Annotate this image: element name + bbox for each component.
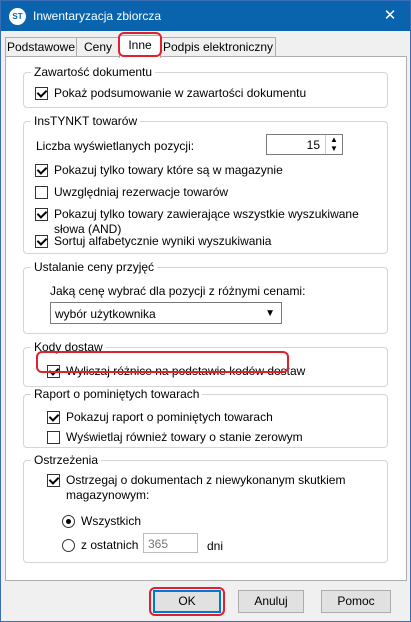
checkbox-box[interactable]	[35, 208, 48, 221]
checkbox-label: Uwzględniaj rezerwacje towarów	[54, 185, 229, 199]
only-in-stock-checkbox[interactable]: Pokazuj tylko towary które są w magazyni…	[35, 163, 283, 178]
group-zawartosc: Zawartość dokumentu Pokaż podsumowanie w…	[23, 65, 388, 108]
group-title: Ostrzeżenia	[31, 453, 102, 467]
checkbox-box[interactable]	[47, 474, 60, 487]
dialog-window: ST Inwentaryzacja zbiorcza ✕ Podstawowe …	[0, 0, 411, 622]
warn-checkbox[interactable]: Ostrzegaj o dokumentach z niewykonanym s…	[47, 473, 345, 503]
ok-highlight-marker	[149, 587, 225, 616]
close-icon[interactable]: ✕	[370, 1, 410, 31]
tab-panel-inne: Zawartość dokumentu Pokaż podsumowanie w…	[5, 56, 407, 581]
checkbox-highlight-marker	[36, 351, 289, 373]
group-ostrzezenia: Ostrzeżenia Ostrzegaj o dokumentach z ni…	[23, 453, 388, 563]
title-bar[interactable]: ST Inwentaryzacja zbiorcza ✕	[1, 1, 410, 31]
radio-all[interactable]: Wszystkich	[62, 514, 141, 529]
radio-last[interactable]: z ostatnich	[62, 538, 138, 553]
checkbox-box[interactable]	[47, 431, 60, 444]
checkbox-box[interactable]	[35, 87, 48, 100]
group-title: Zawartość dokumentu	[31, 65, 156, 79]
checkbox-label: Pokazuj tylko towary zawierające wszystk…	[54, 207, 359, 237]
count-value: 15	[306, 138, 320, 152]
group-instynkt: InsTYNKT towarów Liczba wyświetlanych po…	[23, 114, 388, 254]
group-title: Raport o pominiętych towarach	[31, 387, 203, 401]
reservations-checkbox[interactable]: Uwzględniaj rezerwacje towarów	[35, 185, 228, 200]
checkbox-label: Pokaż podsumowanie w zawartości dokument…	[54, 86, 307, 100]
tab-podpis-elektroniczny[interactable]: Podpis elektroniczny	[160, 37, 276, 57]
show-summary-checkbox[interactable]: Pokaż podsumowanie w zawartości dokument…	[35, 86, 306, 101]
days-unit-label: dni	[207, 539, 224, 553]
label-line-1: Pokazuj tylko towary zawierające wszystk…	[54, 207, 359, 221]
sort-alpha-checkbox[interactable]: Sortuj alfabetycznie wyniki wyszukiwania	[35, 234, 271, 249]
count-stepper[interactable]: 15 ▲ ▼	[266, 134, 343, 155]
tab-podstawowe[interactable]: Podstawowe	[5, 37, 77, 57]
app-logo-icon: ST	[9, 8, 26, 25]
tab-strip: Podstawowe Ceny Inne Podpis elektroniczn…	[5, 35, 407, 58]
radio-label: z ostatnich	[81, 538, 139, 552]
checkbox-box[interactable]	[47, 411, 60, 424]
all-words-checkbox[interactable]: Pokazuj tylko towary zawierające wszystk…	[35, 207, 359, 237]
select-value: wybór użytkownika	[55, 307, 156, 321]
days-input[interactable]: 365	[143, 533, 198, 553]
radio-button[interactable]	[62, 515, 75, 528]
checkbox-label: Sortuj alfabetycznie wyniki wyszukiwania	[54, 234, 272, 248]
checkbox-label: Pokazuj tylko towary które są w magazyni…	[54, 163, 283, 177]
radio-button[interactable]	[62, 539, 75, 552]
window-title: Inwentaryzacja zbiorcza	[33, 9, 162, 23]
price-select[interactable]: wybór użytkownika ▼	[50, 302, 282, 324]
stepper-up-icon[interactable]: ▲	[326, 135, 342, 144]
checkbox-box[interactable]	[35, 186, 48, 199]
group-raport: Raport o pominiętych towarach Pokazuj ra…	[23, 387, 388, 448]
stepper-buttons: ▲ ▼	[325, 135, 342, 154]
group-title: Ustalanie ceny przyjęć	[31, 260, 158, 274]
checkbox-label: Wyświetlaj również towary o stanie zerow…	[66, 430, 303, 444]
checkbox-box[interactable]	[35, 235, 48, 248]
tab-highlight-marker	[118, 32, 162, 57]
checkbox-box[interactable]	[35, 164, 48, 177]
group-cena: Ustalanie ceny przyjęć Jaką cenę wybrać …	[23, 260, 388, 334]
checkbox-label: Ostrzegaj o dokumentach z niewykonanym s…	[66, 473, 345, 503]
label-line-2: magazynowym:	[66, 488, 150, 502]
price-question: Jaką cenę wybrać dla pozycji z różnymi c…	[50, 284, 306, 298]
show-report-checkbox[interactable]: Pokazuj raport o pominiętych towarach	[47, 410, 273, 425]
zero-stock-checkbox[interactable]: Wyświetlaj również towary o stanie zerow…	[47, 430, 303, 445]
label-line-1: Ostrzegaj o dokumentach z niewykonanym s…	[66, 473, 346, 487]
stepper-down-icon[interactable]: ▼	[326, 144, 342, 153]
count-label: Liczba wyświetlanych pozycji:	[36, 139, 195, 153]
cancel-button[interactable]: Anuluj	[238, 590, 304, 613]
checkbox-label: Pokazuj raport o pominiętych towarach	[66, 410, 273, 424]
radio-label: Wszystkich	[81, 514, 141, 528]
group-title: InsTYNKT towarów	[31, 114, 141, 128]
help-button[interactable]: Pomoc	[321, 590, 391, 613]
tab-ceny[interactable]: Ceny	[76, 37, 120, 57]
dropdown-arrow-icon[interactable]: ▼	[265, 308, 275, 319]
